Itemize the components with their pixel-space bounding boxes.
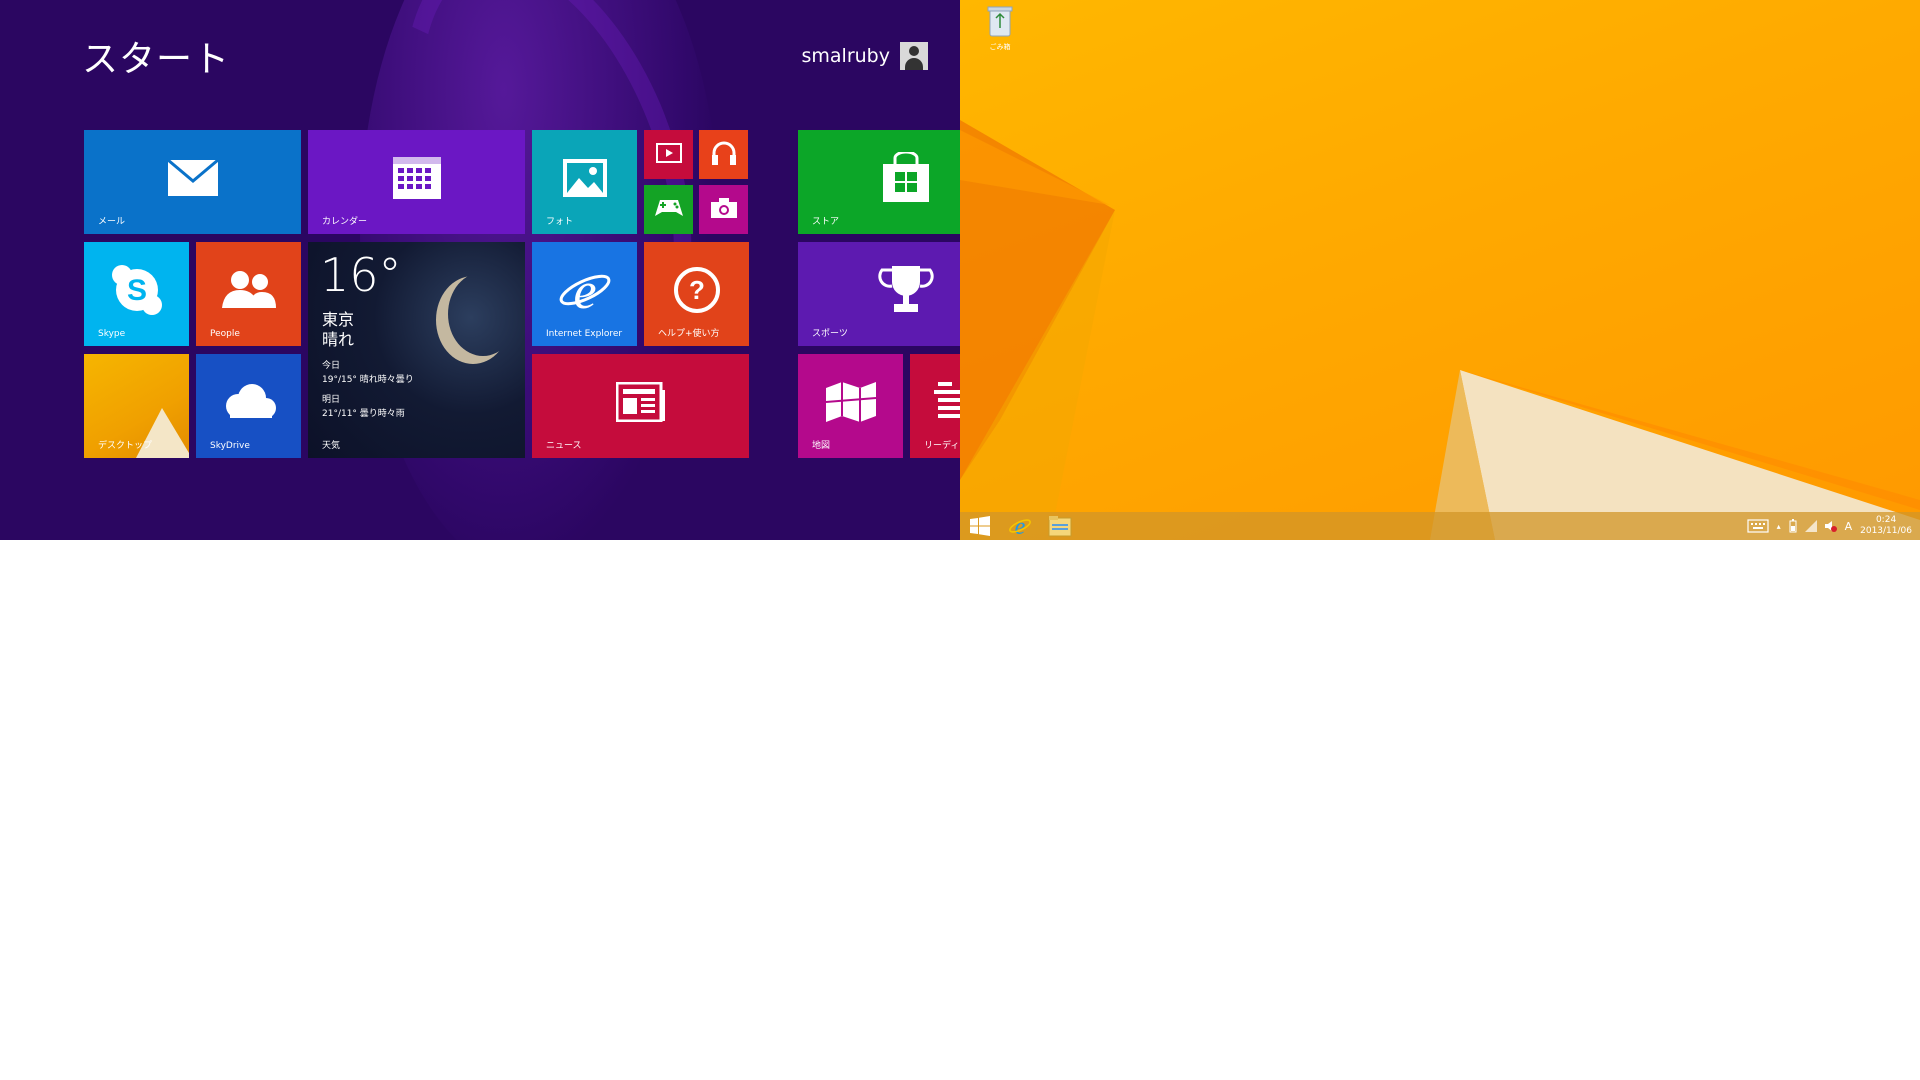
tile-people[interactable]: People	[196, 242, 301, 346]
tile-maps-label: 地図	[812, 441, 831, 451]
tile-news-label: ニュース	[546, 441, 582, 451]
avatar-icon	[900, 42, 928, 70]
camera-icon	[710, 197, 737, 218]
photo-icon	[562, 158, 607, 197]
tile-skype-label: Skype	[98, 329, 126, 339]
tile-weather-label: 天気	[322, 441, 341, 451]
tile-sports-label: スポーツ	[812, 329, 848, 339]
tile-calendar-label: カレンダー	[322, 217, 368, 227]
tile-store-label: ストア	[812, 217, 840, 227]
user-name: smalruby	[801, 45, 891, 67]
store-icon	[883, 151, 929, 202]
tile-mail-label: メール	[98, 217, 126, 227]
trophy-icon	[878, 265, 934, 312]
cloud-icon	[225, 383, 276, 418]
tile-skydrive[interactable]: SkyDrive	[196, 354, 301, 458]
user-account[interactable]: smalruby	[801, 42, 928, 70]
tile-reading-label: リーディング	[924, 441, 960, 451]
battery-icon[interactable]	[1789, 519, 1797, 533]
svg-text:e: e	[1015, 514, 1026, 538]
start-screen: スタート smalruby メール カレンダー フォト S Skype Peop…	[0, 0, 960, 540]
skype-icon: S	[111, 264, 162, 315]
volume-muted-icon[interactable]	[1824, 520, 1837, 532]
tile-news[interactable]: ニュース	[532, 354, 749, 458]
weather-tomorrow: 21°/11° 曇り時々雨	[322, 409, 405, 419]
ie-icon: e	[1009, 514, 1031, 538]
calendar-icon	[392, 156, 441, 199]
touch-keyboard-icon[interactable]	[1746, 519, 1769, 533]
tile-help[interactable]: ? ヘルプ+使い方	[644, 242, 749, 346]
tile-weather[interactable]: 16° 東京 晴れ 今日 19°/15° 晴れ時々曇り 明日 21°/11° 曇…	[308, 242, 525, 458]
clock[interactable]: 0:24 2013/11/06	[1860, 515, 1912, 537]
headphones-icon	[711, 141, 736, 165]
start-button[interactable]	[960, 512, 1000, 540]
tile-internet-explorer[interactable]: e Internet Explorer	[532, 242, 637, 346]
tile-photos-label: フォト	[546, 217, 574, 227]
wallpaper-facets	[960, 120, 1920, 540]
help-icon: ?	[673, 266, 720, 313]
tile-ie-label: Internet Explorer	[546, 329, 623, 339]
tile-skydrive-label: SkyDrive	[210, 441, 250, 451]
people-icon	[221, 270, 276, 308]
video-icon	[655, 142, 682, 163]
show-hidden-icons-chevron-icon[interactable]: ▴	[1777, 522, 1781, 531]
tile-desktop-label: デスクトップ	[98, 441, 153, 451]
tile-desktop[interactable]: デスクトップ	[84, 354, 189, 458]
weather-today-label: 今日	[322, 361, 341, 371]
recycle-bin-icon	[987, 6, 1013, 37]
system-tray: ▴ A 0:24 2013/11/06	[1746, 512, 1912, 540]
network-signal-icon[interactable]	[1804, 520, 1817, 532]
tile-people-label: People	[210, 329, 240, 339]
tile-camera[interactable]	[699, 185, 748, 234]
taskbar-ie-button[interactable]: e	[1000, 512, 1040, 540]
taskbar: e ▴ A 0:24 2013/11/06	[960, 512, 1920, 540]
news-icon	[615, 381, 665, 422]
reading-list-icon	[934, 382, 960, 418]
start-title: スタート	[82, 39, 231, 80]
tile-video[interactable]	[644, 130, 693, 179]
map-icon	[825, 381, 876, 422]
file-explorer-icon	[1048, 516, 1072, 537]
tile-maps[interactable]: 地図	[798, 354, 903, 458]
tile-music[interactable]	[699, 130, 748, 179]
recycle-bin-label: ごみ箱	[989, 43, 1011, 51]
clock-time: 0:24	[1875, 515, 1897, 525]
tile-games[interactable]	[644, 185, 693, 234]
windows-logo-icon	[970, 516, 990, 536]
weather-condition: 晴れ	[322, 330, 355, 349]
mail-icon	[166, 158, 219, 196]
desktop: ごみ箱 e ▴ A 0:24 2013/11/06	[960, 0, 1920, 540]
svg-text:?: ?	[689, 275, 705, 305]
moon-crescent	[448, 272, 518, 356]
tile-photos[interactable]: フォト	[532, 130, 637, 234]
svg-text:S: S	[126, 274, 146, 307]
ime-indicator[interactable]: A	[1845, 520, 1853, 533]
taskbar-explorer-button[interactable]	[1040, 512, 1080, 540]
tile-store[interactable]: ストア	[798, 130, 960, 234]
tile-skype[interactable]: S Skype	[84, 242, 189, 346]
tile-mail[interactable]: メール	[84, 130, 301, 234]
tile-calendar[interactable]: カレンダー	[308, 130, 525, 234]
gamepad-icon	[654, 199, 683, 216]
weather-tomorrow-label: 明日	[322, 395, 341, 405]
weather-temperature: 16°	[320, 248, 402, 302]
tile-help-label: ヘルプ+使い方	[658, 329, 720, 339]
weather-today: 19°/15° 晴れ時々曇り	[322, 375, 414, 385]
tile-sports[interactable]: スポーツ	[798, 242, 960, 346]
tile-reading-list[interactable]: リーディング	[910, 354, 960, 458]
recycle-bin[interactable]: ごみ箱	[980, 4, 1020, 52]
ie-icon: e	[559, 264, 610, 316]
svg-text:e: e	[573, 264, 596, 316]
clock-date: 2013/11/06	[1860, 526, 1912, 536]
